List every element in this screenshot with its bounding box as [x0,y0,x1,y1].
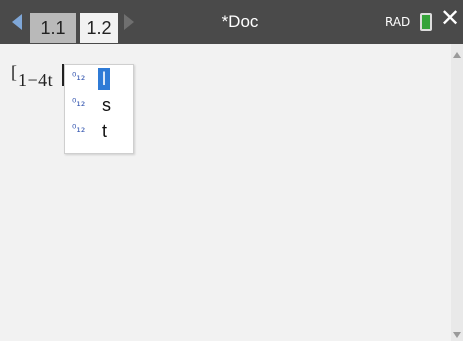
toolbar: 1.1 1.2 *Doc RAD ✕ [0,0,463,44]
next-page-arrow-icon[interactable] [124,14,134,30]
autocomplete-item-t[interactable]: ⁰₁₂ t [68,120,132,144]
scroll-down-arrow-icon[interactable] [453,332,461,338]
tab-1-2[interactable]: 1.2 [80,13,118,43]
angle-mode-indicator: RAD [385,15,411,29]
battery-icon [420,13,432,31]
tab-1-1[interactable]: 1.1 [30,13,76,43]
previous-page-arrow-icon[interactable] [12,14,22,30]
close-icon[interactable]: ✕ [440,6,460,30]
variable-icon: ⁰₁₂ [72,70,86,83]
scroll-up-arrow-icon[interactable] [453,52,461,58]
math-expression[interactable]: 1−4t [18,70,53,91]
autocomplete-label: s [102,95,111,115]
autocomplete-label: l [98,68,110,90]
vertical-scrollbar[interactable] [451,44,463,341]
autocomplete-item-s[interactable]: ⁰₁₂ s [68,94,132,118]
variable-icon: ⁰₁₂ [72,122,86,135]
autocomplete-item-l[interactable]: ⁰₁₂ l [68,68,132,92]
document-title: *Doc [221,12,259,31]
autocomplete-popup: ⁰₁₂ l ⁰₁₂ s ⁰₁₂ t [64,64,134,154]
autocomplete-label: t [102,121,108,141]
variable-icon: ⁰₁₂ [72,96,86,109]
